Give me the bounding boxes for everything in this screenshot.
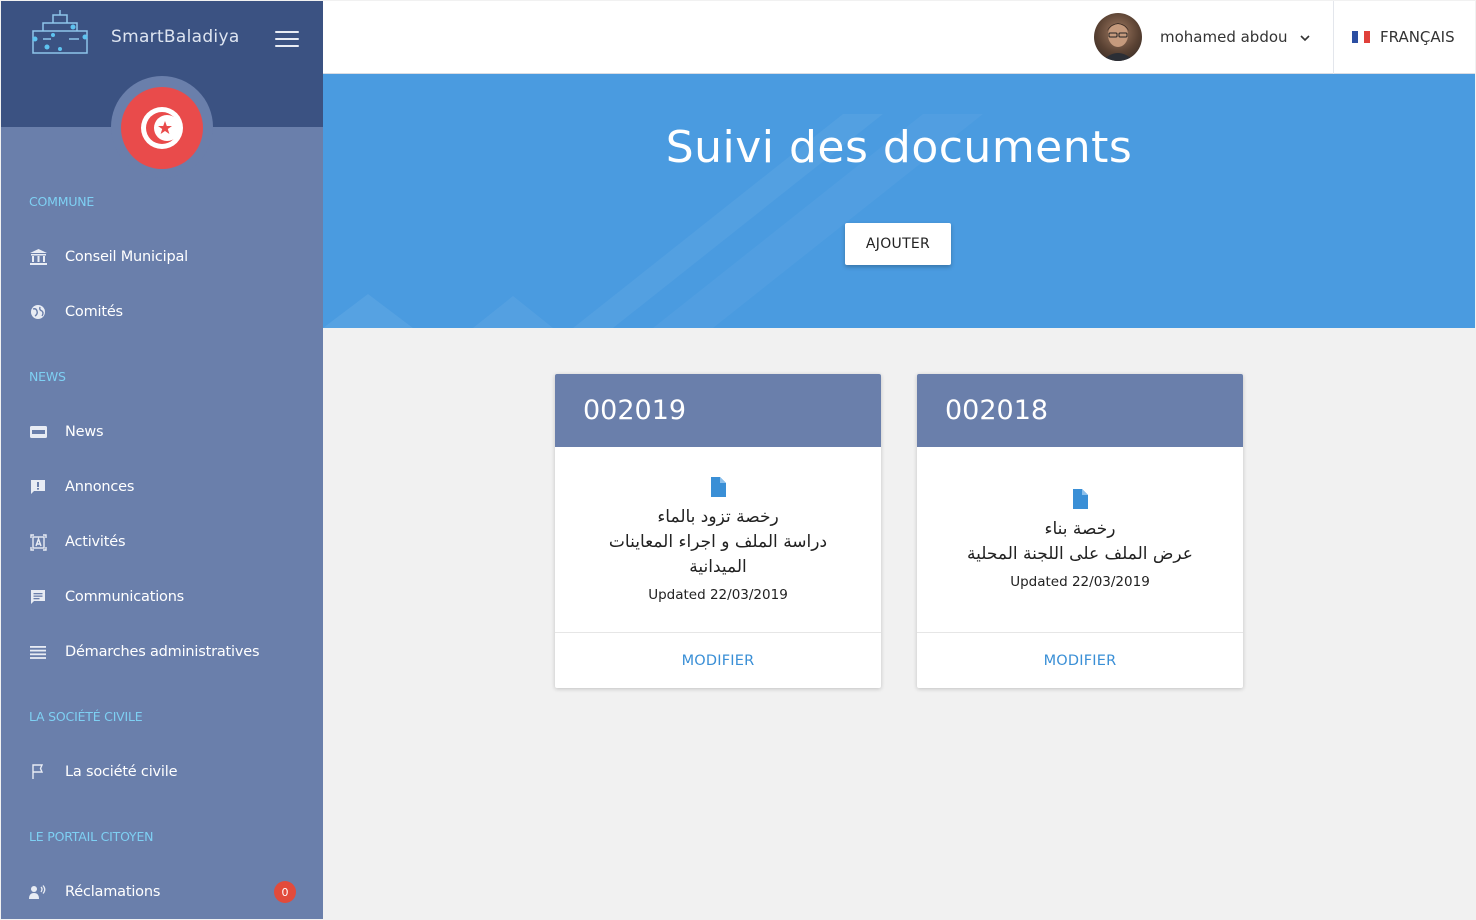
document-type: رخصة تزود بالماء bbox=[657, 506, 779, 527]
card-body: رخصة تزود بالماء دراسة الملف و اجراء الم… bbox=[555, 447, 881, 633]
document-type: رخصة بناء bbox=[1044, 519, 1116, 539]
chevron-down-icon[interactable] bbox=[1298, 31, 1312, 45]
card-body: رخصة بناء عرض الملف على اللجنة المحلية U… bbox=[917, 447, 1243, 633]
document-icon bbox=[1073, 489, 1088, 509]
topbar-divider bbox=[1333, 1, 1334, 74]
user-name[interactable]: mohamed abdou bbox=[1160, 28, 1288, 46]
avatar[interactable] bbox=[1094, 13, 1142, 61]
announcement-icon bbox=[29, 478, 47, 496]
activity-icon bbox=[29, 533, 47, 551]
topbar: mohamed abdou FRANÇAIS bbox=[323, 1, 1475, 74]
section-title-portail-citoyen: LE PORTAIL CITOYEN bbox=[29, 829, 154, 844]
sidebar-item-label: Comités bbox=[65, 304, 123, 320]
sidebar-item-news[interactable]: News bbox=[1, 412, 323, 452]
document-card: 002018 رخصة بناء عرض الملف على اللجنة ال… bbox=[917, 374, 1243, 688]
list-icon bbox=[29, 643, 47, 661]
updated-date: Updated 22/03/2019 bbox=[648, 586, 788, 603]
sidebar-item-conseil-municipal[interactable]: Conseil Municipal bbox=[1, 237, 323, 277]
sidebar-item-label: La société civile bbox=[65, 764, 178, 780]
document-status: عرض الملف على اللجنة المحلية bbox=[967, 544, 1193, 564]
add-button[interactable]: AJOUTER bbox=[845, 223, 951, 265]
hero-decoration bbox=[323, 114, 983, 328]
modify-button[interactable]: MODIFIER bbox=[555, 633, 881, 688]
speaker-person-icon bbox=[29, 883, 47, 901]
sidebar-item-label: Communications bbox=[65, 589, 185, 605]
sidebar-item-label: Réclamations bbox=[65, 884, 161, 900]
sidebar-item-reclamations[interactable]: Réclamations 0 bbox=[1, 872, 323, 912]
sidebar-item-annonces[interactable]: Annonces bbox=[1, 467, 323, 507]
sidebar-item-label: Démarches administratives bbox=[65, 644, 260, 660]
sidebar-item-label: Annonces bbox=[65, 479, 135, 495]
document-icon bbox=[711, 476, 726, 497]
brand-name: SmartBaladiya bbox=[111, 27, 240, 47]
menu-toggle-icon[interactable] bbox=[275, 31, 299, 49]
sidebar-item-label: News bbox=[65, 424, 104, 440]
flag-icon bbox=[29, 763, 47, 781]
language-selector[interactable]: FRANÇAIS bbox=[1352, 28, 1455, 46]
page-title: Suivi des documents bbox=[665, 122, 1133, 173]
globe-icon bbox=[29, 303, 47, 321]
document-id: 002018 bbox=[917, 374, 1243, 447]
section-title-news: NEWS bbox=[29, 369, 66, 384]
french-flag-icon bbox=[1352, 31, 1370, 43]
reclamations-count-badge: 0 bbox=[274, 881, 296, 903]
hero-banner: Suivi des documents AJOUTER bbox=[323, 74, 1475, 328]
updated-date: Updated 22/03/2019 bbox=[1010, 574, 1150, 590]
smartbaladiya-logo-icon[interactable] bbox=[29, 9, 91, 57]
modify-button[interactable]: MODIFIER bbox=[917, 633, 1243, 688]
document-card: 002019 رخصة تزود بالماء دراسة الملف و اج… bbox=[555, 374, 881, 688]
section-title-commune: COMMUNE bbox=[29, 194, 95, 209]
document-id: 002019 bbox=[555, 374, 881, 447]
new-badge-icon bbox=[29, 423, 47, 441]
bank-icon bbox=[29, 248, 47, 266]
sidebar-item-label: Conseil Municipal bbox=[65, 249, 188, 265]
language-label: FRANÇAIS bbox=[1380, 28, 1455, 46]
tunisia-flag-icon bbox=[121, 87, 203, 169]
sidebar-item-societe-civile[interactable]: La société civile bbox=[1, 752, 323, 792]
sidebar-item-communications[interactable]: Communications bbox=[1, 577, 323, 617]
document-status: دراسة الملف و اجراء المعاينات الميدانية bbox=[608, 531, 828, 577]
section-title-societe-civile: LA SOCIÉTÉ CIVILE bbox=[29, 709, 143, 724]
sidebar-item-comites[interactable]: Comités bbox=[1, 292, 323, 332]
sidebar-item-activites[interactable]: Activités bbox=[1, 522, 323, 562]
sidebar-item-demarches[interactable]: Démarches administratives bbox=[1, 632, 323, 672]
sidebar: SmartBaladiya COMMUNE Conseil Municipal … bbox=[1, 1, 323, 919]
message-icon bbox=[29, 588, 47, 606]
sidebar-item-label: Activités bbox=[65, 534, 126, 550]
